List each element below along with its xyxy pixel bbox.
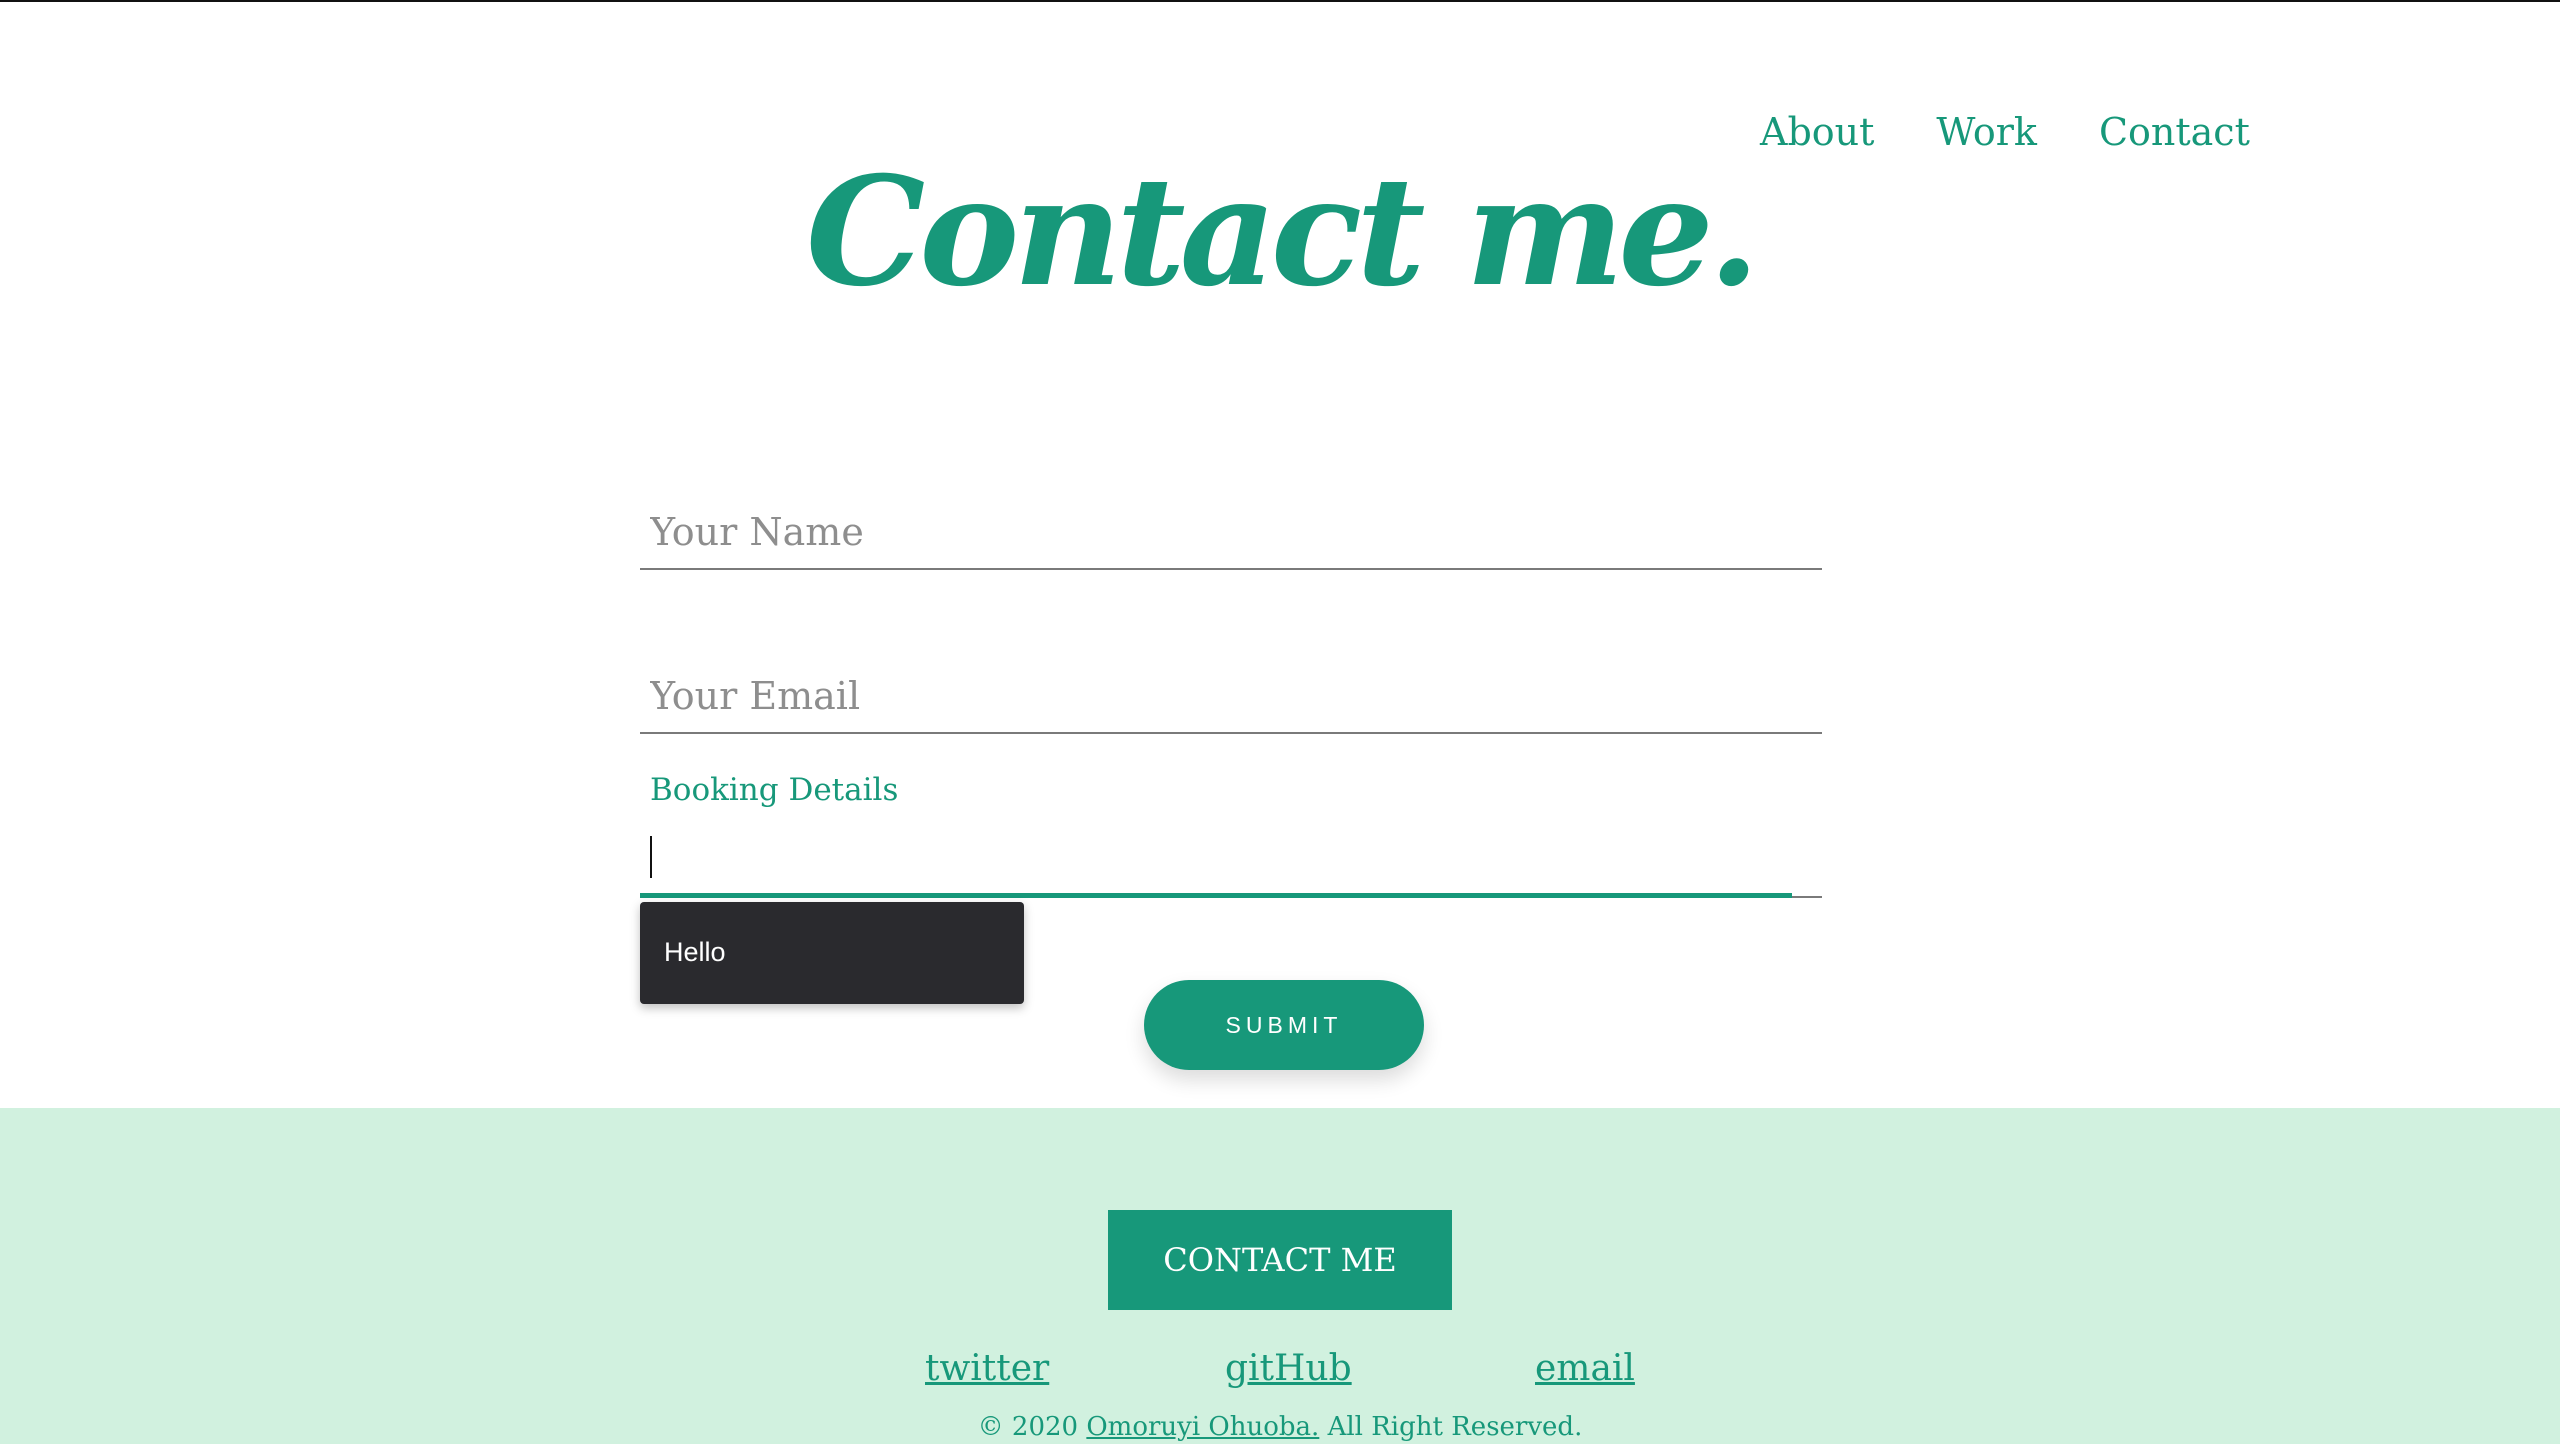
copyright: © 2020 Omoruyi Ohuoba. All Right Reserve… [0, 1412, 2560, 1442]
page-title: Contact me. [805, 144, 1760, 320]
copyright-prefix: © 2020 [977, 1412, 1079, 1442]
copyright-suffix: All Right Reserved. [1327, 1412, 1583, 1442]
booking-field-wrapper[interactable]: Booking Details [640, 762, 1822, 898]
email-input[interactable] [650, 674, 1800, 718]
submit-button[interactable]: SUBMIT [1144, 980, 1424, 1070]
contact-me-button[interactable]: CONTACT ME [1108, 1210, 1452, 1310]
booking-details-input[interactable] [650, 838, 1800, 882]
name-input[interactable] [650, 510, 1800, 554]
name-field-wrapper [640, 460, 1822, 570]
footer: CONTACT ME twitter gitHub email © 2020 O… [0, 1108, 2560, 1444]
text-caret [650, 836, 652, 878]
github-link[interactable]: gitHub [1225, 1348, 1352, 1389]
autocomplete-suggestion[interactable]: Hello [640, 902, 1024, 1004]
page: About Work Contact Contact me. Booking D… [0, 0, 2560, 1444]
booking-details-label: Booking Details [650, 772, 899, 808]
autocomplete-suggestion-label: Hello [664, 937, 726, 967]
email-link[interactable]: email [1535, 1348, 1635, 1389]
focus-underline [640, 893, 1792, 898]
email-field-wrapper [640, 624, 1822, 734]
twitter-link[interactable]: twitter [925, 1348, 1049, 1389]
copyright-name-link[interactable]: Omoruyi Ohuoba. [1086, 1412, 1319, 1442]
